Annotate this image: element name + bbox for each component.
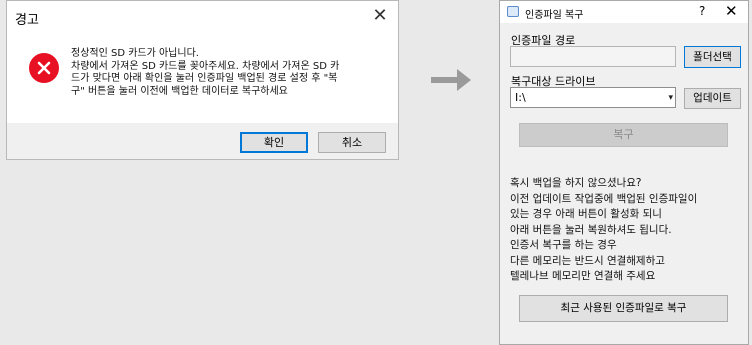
info-text: 혹시 백업을 하지 않으셨나요? 이전 업데이트 작업중에 백업된 인증파일이 … (510, 176, 742, 285)
error-icon (29, 53, 59, 83)
warning-dialog: 경고 ✕ 정상적인 SD 카드가 아닙니다. 차량에서 가져온 SD 카드를 꽂… (6, 0, 399, 160)
warning-message: 정상적인 SD 카드가 아닙니다. 차량에서 가져온 SD 카드를 꽂아주세요.… (71, 48, 393, 98)
chevron-down-icon[interactable]: ▾ (668, 88, 673, 108)
message-line: 드가 맞다면 아래 확인을 눌러 인증파일 백업된 경로 설정 후 "복 (71, 73, 338, 84)
path-field[interactable] (510, 46, 676, 67)
close-icon[interactable]: ✕ (368, 5, 392, 27)
info-line: 혹시 백업을 하지 않으셨나요? (510, 177, 642, 189)
message-line: 구" 버튼을 눌러 이전에 백업한 데이터로 복구하세요 (71, 85, 288, 97)
folder-select-button[interactable]: 폴더선택 (684, 46, 741, 68)
info-line: 텔레나브 메모리만 연결해 주세요 (510, 270, 656, 282)
info-line: 있는 경우 아래 버튼이 활성화 되니 (510, 208, 662, 220)
drive-select[interactable]: I:\ ▾ (510, 87, 676, 108)
restore-titlebar: 인증파일 복구 ? ✕ (500, 1, 748, 23)
restore-title: 인증파일 복구 (525, 10, 584, 21)
recent-restore-button[interactable]: 최근 사용된 인증파일로 복구 (519, 295, 728, 322)
message-line: 차량에서 가져온 SD 카드를 꽂아주세요. 차량에서 가져온 SD 카 (71, 60, 340, 72)
message-line: 정상적인 SD 카드가 아닙니다. (71, 48, 199, 59)
screen: 경고 ✕ 정상적인 SD 카드가 아닙니다. 차량에서 가져온 SD 카드를 꽂… (0, 0, 752, 345)
info-line: 인증서 복구를 하는 경우 (510, 239, 617, 251)
info-line: 다른 메모리는 반드시 연결해제하고 (510, 254, 665, 267)
close-icon[interactable]: ✕ (725, 2, 738, 20)
cancel-button[interactable]: 취소 (318, 132, 386, 153)
warning-titlebar: 경고 ✕ (7, 1, 398, 31)
update-button[interactable]: 업데이트 (684, 88, 741, 109)
app-icon (507, 6, 519, 17)
info-line: 이전 업데이트 작업중에 백업된 인증파일이 (510, 192, 698, 205)
restore-dialog: 인증파일 복구 ? ✕ 인증파일 경로 폴더선택 복구대상 드라이브 I:\ ▾… (499, 0, 749, 345)
help-icon[interactable]: ? (699, 4, 705, 18)
drive-value: I:\ (515, 91, 526, 104)
warning-title: 경고 (15, 13, 39, 28)
right-arrow-icon (431, 67, 473, 96)
restore-button[interactable]: 복구 (519, 123, 728, 147)
ok-button[interactable]: 확인 (240, 132, 308, 153)
info-line: 아래 버튼을 눌러 복원하셔도 됩니다. (510, 223, 672, 236)
